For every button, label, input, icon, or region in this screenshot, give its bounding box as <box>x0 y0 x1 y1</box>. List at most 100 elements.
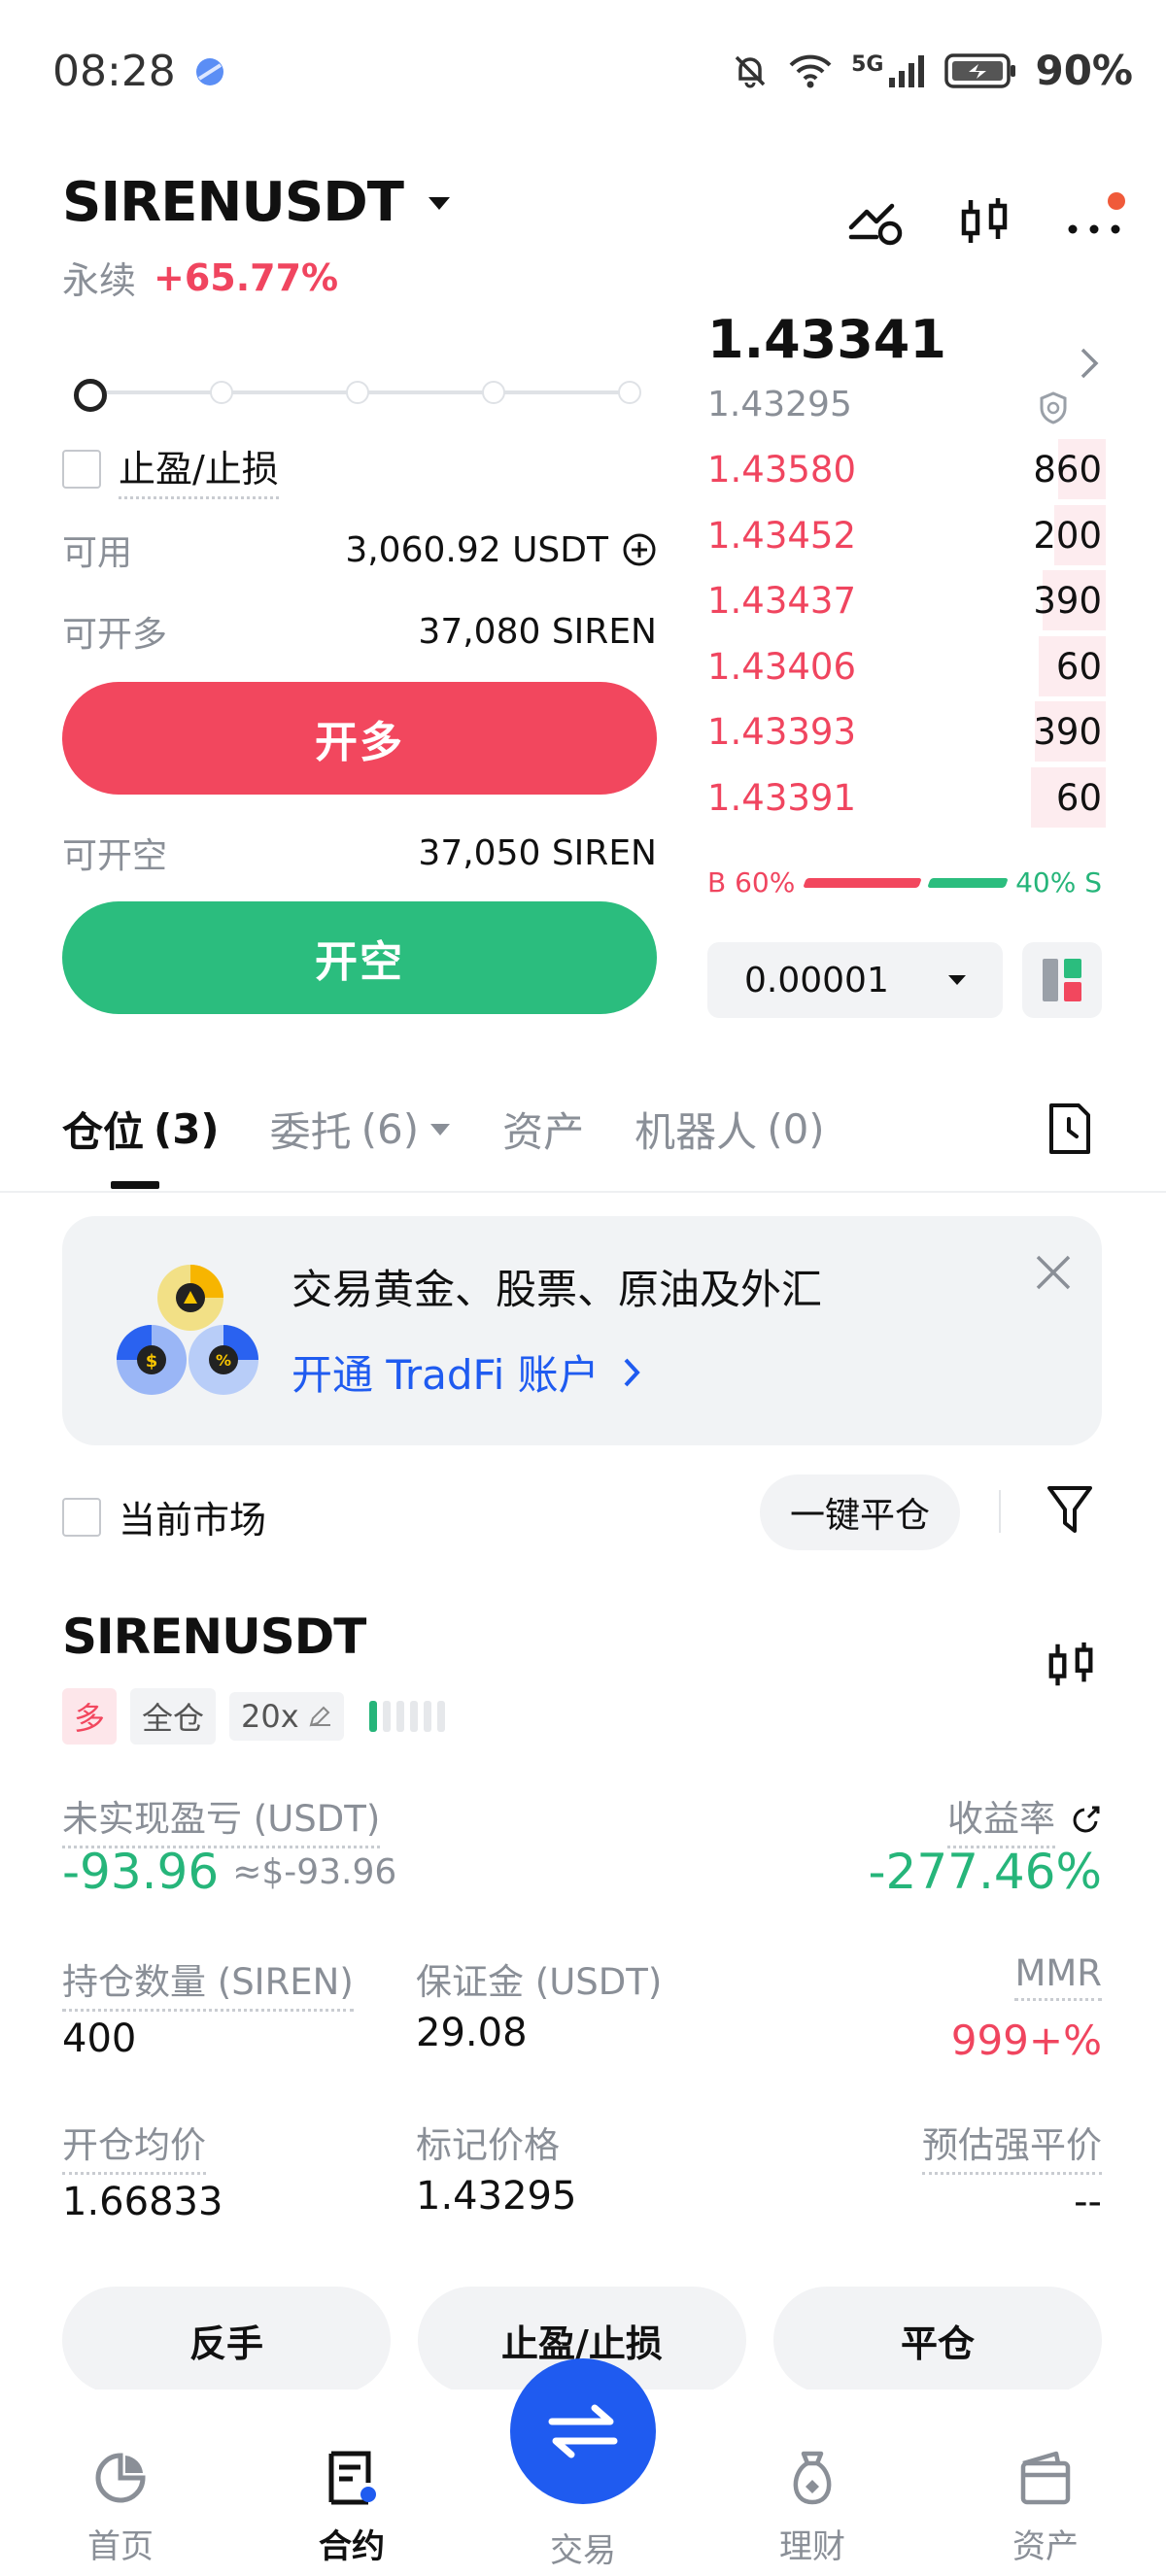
wallet-icon <box>1020 2451 1071 2505</box>
ask-qty: 200 <box>1033 515 1102 557</box>
reverse-label: 反手 <box>189 2322 263 2365</box>
candlestick-chart-icon[interactable] <box>958 194 1012 249</box>
nav-trade[interactable]: 交易 <box>505 2358 661 2571</box>
close-position-button[interactable]: 平仓 <box>773 2287 1102 2393</box>
position-symbol[interactable]: SIRENUSDT <box>62 1609 366 1665</box>
buy-ratio-label: B 60% <box>707 866 796 898</box>
nav-home[interactable]: 首页 <box>43 2450 198 2567</box>
margin-value[interactable]: 29.08 <box>416 2011 528 2055</box>
tab-bots-label: 机器人 <box>634 1108 758 1156</box>
slider-step[interactable] <box>482 381 505 404</box>
ask-price: 1.43580 <box>707 449 857 491</box>
tradfi-coins-icon: $ % <box>117 1265 258 1395</box>
caret-down-icon <box>428 196 450 210</box>
ask-price: 1.43393 <box>707 711 857 753</box>
tabs-divider <box>0 1191 1166 1193</box>
svg-text:%: % <box>216 1351 231 1370</box>
nav-assets[interactable]: 资产 <box>968 2450 1123 2567</box>
shield-icon <box>1040 391 1067 424</box>
precision-select[interactable]: 0.00001 <box>707 942 1003 1018</box>
ask-row[interactable]: 1.43580 860 <box>707 439 1106 499</box>
tab-orders[interactable]: 委托 (6) <box>270 1100 453 1159</box>
tab-assets[interactable]: 资产 <box>502 1100 584 1159</box>
tradfi-banner[interactable]: $ % 交易黄金、股票、原油及外汇 开通 TradFi 账户 <box>62 1216 1102 1445</box>
size-label: 持仓数量 (SIREN) <box>62 1952 354 2012</box>
ask-row[interactable]: 1.43406 60 <box>707 636 1106 696</box>
tab-orders-count: (6) <box>360 1105 420 1153</box>
tpsl-checkbox[interactable] <box>62 450 101 489</box>
pnl-label: 未实现盈亏 (USDT) <box>62 1789 381 1848</box>
filter-funnel-icon[interactable] <box>1046 1482 1094 1537</box>
nav-trade-label: 交易 <box>550 2531 616 2570</box>
can-short-value: 37,050 SIREN <box>418 832 657 873</box>
caret-down-icon <box>430 1123 451 1135</box>
ask-row[interactable]: 1.43391 60 <box>707 767 1106 828</box>
amount-slider[interactable] <box>74 379 641 412</box>
nav-earn-label: 理财 <box>779 2527 845 2566</box>
current-market-label: 当前市场 <box>119 1499 267 1542</box>
book-layout-toggle[interactable] <box>1022 942 1102 1018</box>
slider-step[interactable] <box>210 381 233 404</box>
risk-bar <box>436 1701 445 1732</box>
home-icon <box>95 2453 146 2503</box>
roe-label: 收益率 <box>947 1789 1055 1848</box>
nav-earn[interactable]: 理财 <box>735 2450 890 2567</box>
nav-contract[interactable]: 合约 <box>274 2450 429 2567</box>
chevron-right-icon <box>624 1358 640 1386</box>
position-tags: 多 全仓 20x <box>62 1688 445 1745</box>
pair-subtitle: 永续 +65.77% <box>62 251 338 304</box>
open-short-button[interactable]: 开空 <box>62 901 657 1014</box>
ask-qty: 390 <box>1033 711 1102 753</box>
ask-qty: 390 <box>1033 580 1102 622</box>
can-short-row: 可开空 37,050 SIREN <box>62 828 657 878</box>
candlestick-chart-icon[interactable] <box>1046 1638 1098 1692</box>
slider-step[interactable] <box>618 381 641 404</box>
tab-bots[interactable]: 机器人 (0) <box>634 1100 825 1159</box>
entry-price-value: 1.66833 <box>62 2180 223 2224</box>
pair-selector[interactable]: SIRENUSDT <box>62 171 454 234</box>
ask-row[interactable]: 1.43452 200 <box>707 505 1106 565</box>
slider-handle[interactable] <box>74 379 107 412</box>
current-market-checkbox[interactable] <box>62 1497 101 1537</box>
caret-down-icon <box>948 975 966 985</box>
slider-step[interactable] <box>346 381 369 404</box>
more-menu[interactable] <box>1065 192 1125 247</box>
risk-bar <box>368 1701 377 1732</box>
tab-positions[interactable]: 仓位 (3) <box>62 1100 220 1189</box>
close-all-button[interactable]: 一键平仓 <box>760 1474 960 1550</box>
trade-fab[interactable] <box>510 2358 656 2504</box>
nav-assets-label: 资产 <box>1012 2527 1079 2566</box>
ask-qty: 60 <box>1055 777 1102 819</box>
ask-row[interactable]: 1.43437 390 <box>707 570 1106 630</box>
margin-mode-badge: 全仓 <box>130 1688 217 1745</box>
pnl-value-group: -93.96 ≈$-93.96 <box>62 1844 396 1900</box>
banner-link[interactable]: 开通 TradFi 账户 <box>292 1342 642 1402</box>
book-layout-icon <box>1043 959 1081 1001</box>
tab-positions-label: 仓位 <box>62 1108 145 1156</box>
close-all-label: 一键平仓 <box>789 1496 930 1536</box>
app-logo-icon <box>195 57 223 85</box>
contract-icon <box>328 2451 376 2505</box>
signal-strength: 5G <box>851 52 926 89</box>
ratio-sell-fill <box>926 877 1008 888</box>
leverage-badge[interactable]: 20x <box>229 1692 344 1741</box>
risk-level-bars <box>368 1701 445 1732</box>
earn-icon <box>793 2451 832 2505</box>
open-long-button[interactable]: 开多 <box>62 682 657 795</box>
banner-title: 交易黄金、股票、原油及外汇 <box>292 1266 823 1313</box>
ask-qty: 860 <box>1033 449 1102 491</box>
reverse-button[interactable]: 反手 <box>62 2287 391 2393</box>
tab-orders-label: 委托 <box>269 1108 352 1156</box>
history-doc-icon[interactable] <box>1046 1102 1094 1156</box>
add-funds-icon[interactable] <box>622 532 657 567</box>
filter-divider <box>999 1490 1001 1533</box>
tpsl-toggle[interactable]: 止盈/止损 <box>62 439 279 499</box>
banner-link-label: 开通 TradFi 账户 <box>292 1351 600 1399</box>
roe-label-group[interactable]: 收益率 <box>947 1789 1102 1848</box>
can-long-value: 37,080 SIREN <box>418 611 657 652</box>
chevron-right-icon[interactable] <box>1077 344 1104 383</box>
ask-row[interactable]: 1.43393 390 <box>707 701 1106 762</box>
close-icon[interactable] <box>1032 1251 1075 1294</box>
current-market-toggle[interactable]: 当前市场 <box>62 1490 266 1543</box>
trade-analysis-icon[interactable] <box>847 196 906 247</box>
